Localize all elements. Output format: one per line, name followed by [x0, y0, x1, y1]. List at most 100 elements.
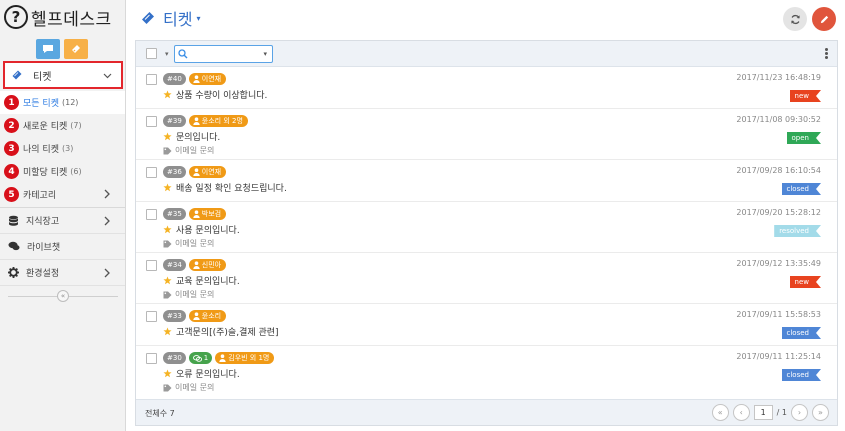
status-badge: closed: [782, 327, 821, 339]
sidebar-section-tickets[interactable]: 티켓: [3, 61, 123, 89]
star-icon[interactable]: [163, 327, 172, 336]
first-page-button[interactable]: «: [711, 404, 729, 421]
table-row[interactable]: #34 신민아 교육 문의입니다. 이메일 문의 2017/09/12 13:3…: [136, 253, 837, 304]
ticket-icon: [72, 45, 80, 53]
page-number-input[interactable]: [753, 405, 773, 420]
ticket-id-badge: #33: [163, 310, 186, 322]
ticket-category: 이메일 문의: [175, 383, 215, 392]
sidebar-item-settings[interactable]: 환경설정: [0, 260, 125, 286]
requester-name: 윤소리 외 2명: [201, 117, 243, 125]
requester-badge[interactable]: 이연재: [188, 73, 227, 85]
requester-name: 박보검: [201, 210, 222, 218]
table-row[interactable]: #39 윤소리 외 2명 문의입니다. 이메일 문의 2017/11/08 09…: [136, 109, 837, 160]
step-number-badge: 3: [4, 141, 19, 156]
ticket-subject[interactable]: 문의입니다.: [176, 130, 220, 143]
user-icon: [193, 210, 200, 218]
requester-badge[interactable]: 윤소리 외 2명: [188, 115, 248, 127]
sidebar-item-label: 모든 티켓: [23, 99, 59, 109]
sidebar-item-label: 미할당 티켓: [23, 168, 68, 178]
database-icon: [9, 215, 18, 226]
row-checkbox[interactable]: [146, 116, 157, 127]
sidebar-item-label: 환경설정: [26, 269, 60, 279]
sidebar-nav: 지식장고 라이브챗 환경설정: [0, 207, 125, 286]
requester-name: 신민아: [201, 261, 222, 269]
requester-badge[interactable]: 윤소리: [188, 310, 227, 322]
status-badge: open: [787, 132, 821, 144]
next-page-button[interactable]: ›: [791, 404, 808, 421]
table-row[interactable]: #40 이연재 상품 수량이 이상합니다. 2017/11/23 16:48:1…: [136, 67, 837, 109]
row-checkbox[interactable]: [146, 74, 157, 85]
collapse-sidebar-button[interactable]: «: [57, 290, 69, 302]
sidebar-item-live-chat[interactable]: 라이브챗: [0, 234, 125, 260]
ticket-subject[interactable]: 오류 문의입니다.: [176, 367, 240, 380]
requester-name: 김우빈 외 1명: [228, 354, 270, 362]
table-row[interactable]: #33 윤소리 고객문의[(주)슬,결제 관련] 2017/09/11 15:5…: [136, 304, 837, 346]
search-input[interactable]: [190, 47, 260, 61]
select-menu-caret[interactable]: ▾: [165, 50, 169, 58]
sidebar-item-label: 카테고리: [23, 191, 57, 201]
sidebar-item-unassigned-tickets[interactable]: 4 미할당 티켓 (6): [0, 160, 125, 183]
prev-page-button[interactable]: ‹: [732, 404, 750, 421]
user-icon: [193, 261, 200, 269]
sidebar-item-new-tickets[interactable]: 2 새로운 티켓 (7): [0, 114, 125, 137]
ticket-subject[interactable]: 배송 일정 확인 요청드립니다.: [176, 181, 287, 194]
ticket-id-badge: #34: [163, 259, 186, 271]
new-ticket-button[interactable]: [812, 7, 836, 31]
total-count: 전체수 7: [145, 409, 175, 418]
row-checkbox[interactable]: [146, 311, 157, 322]
table-row[interactable]: #30 1 김우빈 외 1명 오류 문의입니다. 이메일 문의 2017/09/…: [136, 346, 837, 398]
chevron-down-icon: ▾: [196, 13, 201, 23]
list-footer: 전체수 7 « ‹ / 1 › »: [136, 399, 837, 425]
refresh-icon: [790, 14, 800, 24]
star-icon[interactable]: [163, 369, 172, 378]
ticket-icon: [142, 12, 154, 24]
sidebar-item-my-tickets[interactable]: 3 나의 티켓 (3): [0, 137, 125, 160]
sidebar-collapse: «: [8, 290, 118, 302]
refresh-button[interactable]: [783, 7, 807, 31]
select-all-checkbox[interactable]: [146, 48, 157, 59]
requester-badge[interactable]: 박보검: [188, 208, 227, 220]
more-options-icon[interactable]: [825, 48, 828, 60]
star-icon[interactable]: [163, 132, 172, 141]
row-checkbox[interactable]: [146, 209, 157, 220]
sidebar-item-count: (12): [61, 98, 79, 107]
table-row[interactable]: #36 이연재 배송 일정 확인 요청드립니다. 2017/09/28 16:1…: [136, 160, 837, 202]
ticket-subject[interactable]: 고객문의[(주)슬,결제 관련]: [176, 325, 279, 338]
ticket-mode-button[interactable]: [64, 39, 88, 59]
requester-badge[interactable]: 김우빈 외 1명: [215, 352, 275, 364]
table-row[interactable]: #35 박보검 사용 문의입니다. 이메일 문의 2017/09/20 15:2…: [136, 202, 837, 253]
step-number-badge: 1: [4, 95, 19, 110]
chat-count-badge: 1: [188, 352, 213, 364]
sidebar-item-knowledge-base[interactable]: 지식장고: [0, 208, 125, 234]
page-title[interactable]: 티켓 ▾: [140, 6, 200, 30]
app-logo[interactable]: ? 헬프데스크: [4, 4, 112, 30]
requester-badge[interactable]: 이연재: [188, 166, 227, 178]
star-icon[interactable]: [163, 225, 172, 234]
requester-name: 이연재: [201, 75, 222, 83]
chat-mode-button[interactable]: [36, 39, 60, 59]
pagination: « ‹ / 1 › »: [711, 404, 829, 421]
user-icon: [193, 75, 200, 83]
row-checkbox[interactable]: [146, 353, 157, 364]
sidebar-item-category[interactable]: 5 카테고리: [0, 183, 125, 206]
star-icon[interactable]: [163, 276, 172, 285]
row-checkbox[interactable]: [146, 167, 157, 178]
last-page-button[interactable]: »: [812, 404, 829, 421]
search-filter-caret[interactable]: ▾: [263, 50, 267, 58]
tag-icon: [163, 147, 172, 154]
star-icon[interactable]: [163, 90, 172, 99]
row-checkbox[interactable]: [146, 260, 157, 271]
ticket-date: 2017/11/23 16:48:19: [736, 73, 821, 82]
search-icon: [178, 49, 188, 59]
ticket-subject[interactable]: 교육 문의입니다.: [176, 274, 240, 287]
ticket-category: 이메일 문의: [175, 239, 215, 248]
chat-count: 1: [203, 354, 209, 362]
chevron-right-icon: [104, 189, 110, 199]
ticket-date: 2017/09/11 11:25:14: [736, 352, 821, 361]
sidebar-item-all-tickets[interactable]: 1 모든 티켓 (12): [0, 91, 125, 114]
ticket-subject[interactable]: 상품 수량이 이상합니다.: [176, 88, 267, 101]
ticket-date: 2017/09/20 15:28:12: [736, 208, 821, 217]
star-icon[interactable]: [163, 183, 172, 192]
ticket-subject[interactable]: 사용 문의입니다.: [176, 223, 240, 236]
requester-badge[interactable]: 신민아: [188, 259, 227, 271]
